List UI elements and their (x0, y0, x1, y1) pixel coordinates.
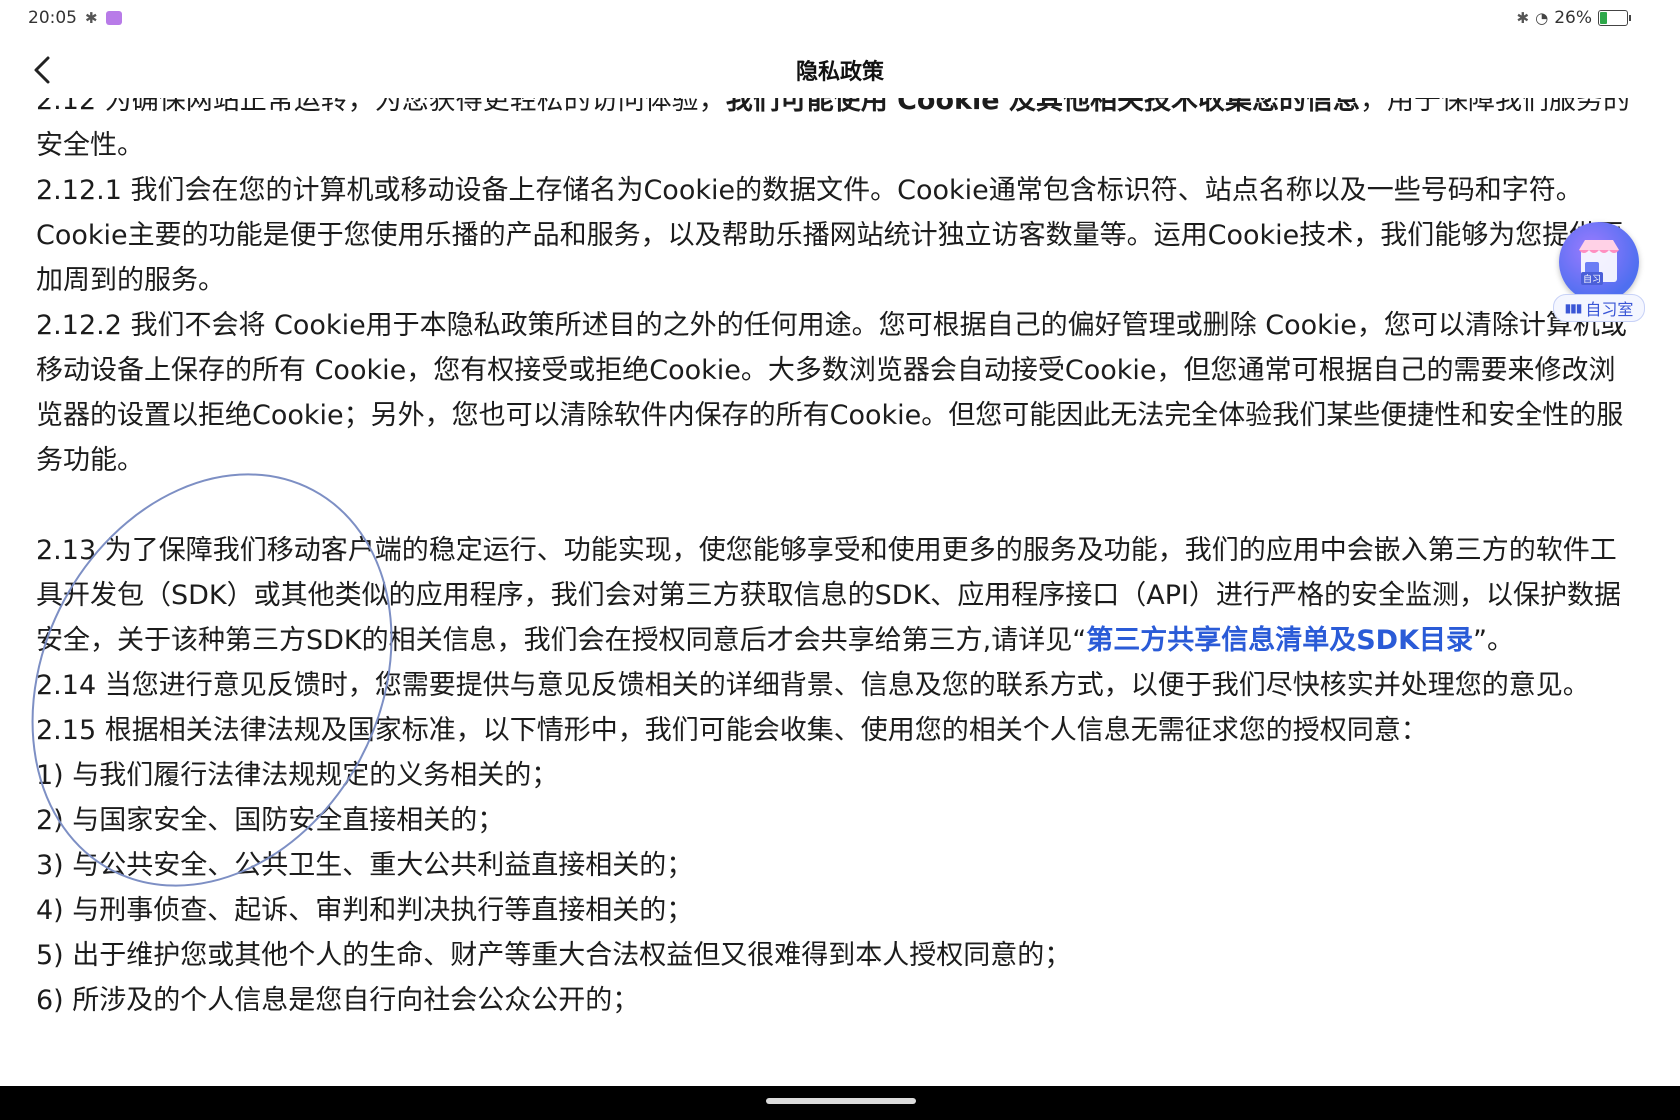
third-party-sdk-link[interactable]: 第三方共享信息清单及SDK目录 (1086, 625, 1473, 656)
battery-percent: 26% (1554, 8, 1592, 28)
page-title: 隐私政策 (795, 60, 884, 85)
study-room-store-icon: 自习 (1559, 222, 1639, 302)
status-time: 20:05 (28, 8, 77, 28)
list-item: 5) 出于维护您或其他个人的生命、财产等重大合法权益但又很难得到本人授权同意的； (36, 940, 1072, 971)
paragraph-2-15: 2.15 根据相关法律法规及国家标准，以下情形中，我们可能会收集、使用您的相关个… (36, 715, 1428, 746)
bluetooth-icon: ✱ (1516, 9, 1530, 27)
wifi-icon: ◔ (1535, 9, 1549, 27)
signal-bars-icon: ▮▮▮ (1564, 301, 1583, 315)
list-item: 2) 与国家安全、国防安全直接相关的； (36, 805, 505, 836)
paragraph-2-12-1: 2.12.1 我们会在您的计算机或移动设备上存储名为Cookie的数据文件。Co… (36, 175, 1624, 296)
battery-icon (1598, 10, 1631, 26)
study-room-label: ▮▮▮ 自习室 (1553, 294, 1645, 322)
home-indicator[interactable] (766, 1098, 916, 1104)
policy-article: 2.12 为确保网站正常运转，为您获得更轻松的访问体验，我们可能使用 Cooki… (36, 78, 1642, 1023)
paragraph-2-12-2: 2.12.2 我们不会将 Cookie用于本隐私政策所述目的之外的任何用途。您可… (36, 310, 1627, 476)
study-room-widget[interactable]: 自习 ▮▮▮ 自习室 (1553, 222, 1645, 322)
list-item: 4) 与刑事侦查、起诉、审判和判决执行等直接相关的； (36, 895, 694, 926)
system-nav-bar (0, 1086, 1680, 1120)
list-item: 6) 所涉及的个人信息是您自行向社会公众公开的； (36, 985, 640, 1016)
paragraph-2-13: 2.13 为了保障我们移动客户端的稳定运行、功能实现，使您能够享受和使用更多的服… (36, 535, 1621, 656)
bluetooth-icon: ✱ (85, 9, 98, 27)
list-item: 3) 与公共安全、公共卫生、重大公共利益直接相关的； (36, 850, 694, 881)
status-bar: 20:05 ✱ ✱ ◔ 26% (0, 0, 1680, 36)
paragraph-2-14: 2.14 当您进行意见反馈时，您需要提供与意见反馈相关的详细背景、信息及您的联系… (36, 670, 1590, 701)
nav-bar: 隐私政策 (0, 40, 1680, 98)
policy-content[interactable]: 2.12 为确保网站正常运转，为您获得更轻松的访问体验，我们可能使用 Cooki… (0, 78, 1680, 1086)
list-item: 1) 与我们履行法律法规规定的义务相关的； (36, 760, 559, 791)
widget-badge: 自习 (1581, 272, 1604, 285)
screen-record-icon (105, 11, 122, 25)
